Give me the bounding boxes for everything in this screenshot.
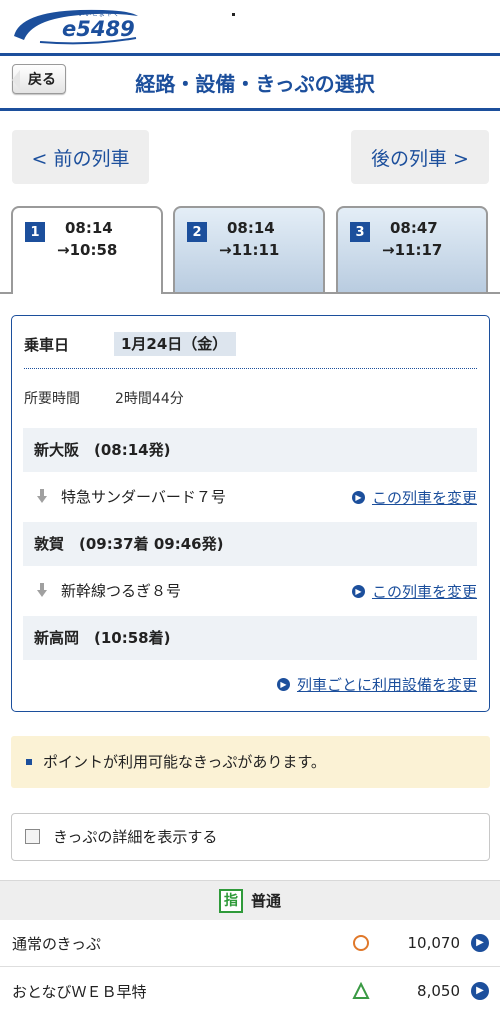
change-train-label: この列車を変更 — [371, 489, 477, 507]
duration-label: 所要時間 — [24, 391, 80, 407]
tab-arrival: →11:17 — [382, 241, 443, 259]
fare-price: 8,050 — [417, 982, 460, 1000]
tab-active-gap — [13, 290, 161, 296]
page-title: 経路・設備・きっぷの選択 — [135, 72, 375, 96]
fare-class-header: 指 普通 — [0, 880, 500, 920]
tab-route-3[interactable]: 3 08:47 →11:17 — [336, 206, 488, 292]
fare-price: 10,070 — [407, 934, 461, 952]
bullet-icon — [26, 759, 32, 765]
divider — [24, 368, 477, 369]
chevron-right-icon[interactable]: ▶ — [471, 982, 489, 1000]
fare-row[interactable]: 通常のきっぷ 10,070 ▶ — [0, 920, 500, 967]
train-row: 特急サンダーバード７号 ▶ この列車を変更 — [23, 472, 477, 522]
down-arrow-icon — [37, 583, 47, 597]
tab-departure: 08:47 — [390, 219, 438, 237]
change-facility-label: 列車ごとに利用設備を変更 — [296, 676, 477, 694]
train-row: 新幹線つるぎ８号 ▶ この列車を変更 — [23, 566, 477, 616]
ticket-detail-toggle[interactable]: きっぷの詳細を表示する — [11, 813, 490, 861]
change-train-link[interactable]: ▶ この列車を変更 — [351, 581, 477, 602]
availability-triangle-icon — [352, 982, 370, 999]
points-notice: ポイントが利用可能なきっぷがあります。 — [11, 736, 490, 788]
down-arrow-icon — [37, 489, 47, 503]
chevron-right-icon: ▶ — [276, 678, 290, 691]
tab-arrival: →11:11 — [219, 241, 280, 259]
fare-name: 通常のきっぷ — [12, 935, 101, 953]
detail-toggle-label: きっぷの詳細を表示する — [53, 828, 218, 846]
availability-circle-icon — [353, 935, 369, 951]
change-train-label: この列車を変更 — [371, 583, 477, 601]
date-label: 乗車日 — [24, 336, 70, 354]
chevron-right-icon[interactable]: ▶ — [471, 934, 489, 952]
title-bar: 戻る 経路・設備・きっぷの選択 — [0, 53, 500, 111]
tab-arrival: →10:58 — [57, 241, 118, 259]
chevron-right-icon: ▶ — [351, 585, 365, 598]
station-row: 敦賀 (09:37着 09:46発) — [23, 522, 477, 566]
notice-text: ポイントが利用可能なきっぷがあります。 — [43, 753, 326, 771]
train-name: 特急サンダーバード７号 — [61, 488, 226, 506]
tab-number: 1 — [25, 222, 45, 242]
tab-departure: 08:14 — [65, 219, 113, 237]
fare-row[interactable]: おとなびＷＥＢ早特 8,050 ▶ — [0, 968, 500, 1013]
tab-departure: 08:14 — [227, 219, 275, 237]
detail-checkbox[interactable] — [25, 829, 40, 844]
next-train-button[interactable]: 後の列車 > — [351, 130, 489, 184]
change-facility-link[interactable]: ▶ 列車ごとに利用設備を変更 — [276, 674, 477, 695]
status-dot — [232, 13, 235, 16]
duration-value: 2時間44分 — [115, 391, 184, 407]
fare-name: おとなびＷＥＢ早特 — [12, 983, 147, 1001]
logo-bar: いいごよやく e5489 — [0, 0, 500, 52]
route-card: 乗車日 1月24日（金） 所要時間 2時間44分 新大阪 (08:14発) 特急… — [11, 315, 490, 712]
train-name: 新幹線つるぎ８号 — [61, 582, 182, 600]
reserved-seat-icon: 指 — [218, 888, 243, 913]
station-row: 新高岡 (10:58着) — [23, 616, 477, 660]
chevron-right-icon: ▶ — [351, 491, 365, 504]
station-row: 新大阪 (08:14発) — [23, 428, 477, 472]
fare-class-name: 普通 — [250, 892, 281, 910]
logo-text: e5489 — [62, 17, 135, 41]
change-train-link[interactable]: ▶ この列車を変更 — [351, 487, 477, 508]
prev-train-button[interactable]: < 前の列車 — [12, 130, 149, 184]
date-value: 1月24日（金） — [114, 332, 236, 356]
tab-route-1[interactable]: 1 08:14 →10:58 — [11, 206, 163, 294]
tab-number: 3 — [350, 222, 370, 242]
tab-number: 2 — [187, 222, 207, 242]
tab-route-2[interactable]: 2 08:14 →11:11 — [173, 206, 325, 292]
